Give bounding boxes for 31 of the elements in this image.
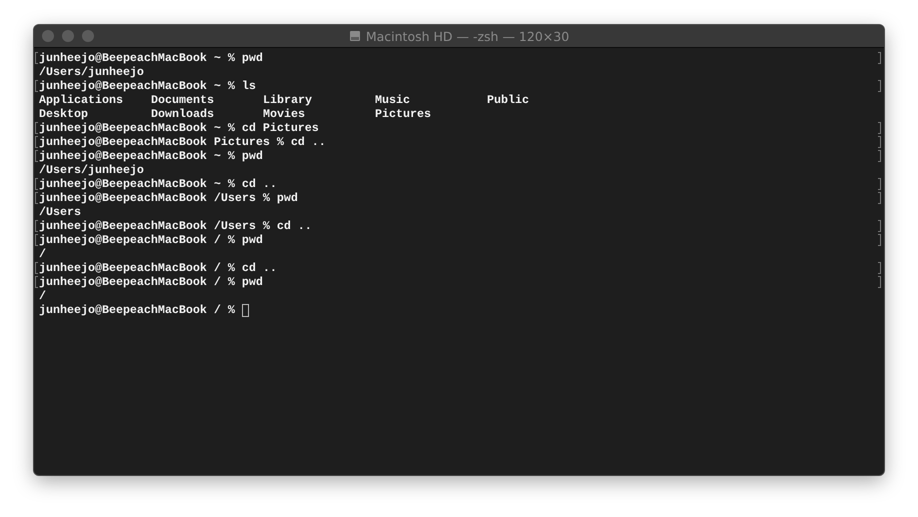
command-line: junheejo@BeepeachMacBook /Users % cd .. [39, 219, 312, 233]
command-line: junheejo@BeepeachMacBook ~ % cd Pictures [39, 121, 319, 135]
command-line: junheejo@BeepeachMacBook / % cd .. [39, 261, 277, 275]
file-name: Desktop [39, 107, 89, 121]
file-name: Library [263, 93, 313, 107]
file-name: Public [487, 93, 530, 107]
prompt-text: junheejo@BeepeachMacBook / % [39, 303, 236, 317]
command-output: /Users [39, 205, 81, 219]
command-line: junheejo@BeepeachMacBook ~ % pwd [39, 51, 263, 65]
file-name: Downloads [151, 107, 215, 121]
command-line: junheejo@BeepeachMacBook / % pwd [39, 275, 263, 289]
file-name: Music [375, 93, 411, 107]
cursor[interactable] [242, 304, 249, 316]
file-name: Documents [151, 93, 215, 107]
command-output: /Users/junheejo [39, 163, 144, 177]
window-title: Macintosh HD — -zsh — 120×30 [366, 28, 570, 44]
file-name: Pictures [375, 107, 432, 121]
command-line: junheejo@BeepeachMacBook /Users % pwd [39, 191, 298, 205]
command-line: junheejo@BeepeachMacBook ~ % cd .. [39, 177, 277, 191]
file-name: Movies [263, 107, 306, 121]
minimize-button[interactable] [62, 30, 74, 42]
command-output: /Users/junheejo [39, 65, 144, 79]
command-line: junheejo@BeepeachMacBook / % pwd [39, 233, 263, 247]
command-line: junheejo@BeepeachMacBook Pictures % cd .. [39, 135, 326, 149]
close-button[interactable] [42, 30, 54, 42]
zoom-button[interactable] [82, 30, 94, 42]
file-name: Applications [39, 93, 124, 107]
command-output: / [39, 289, 46, 303]
command-line: junheejo@BeepeachMacBook ~ % ls [39, 79, 256, 93]
command-output: / [39, 247, 46, 261]
command-line: junheejo@BeepeachMacBook ~ % pwd [39, 149, 263, 163]
